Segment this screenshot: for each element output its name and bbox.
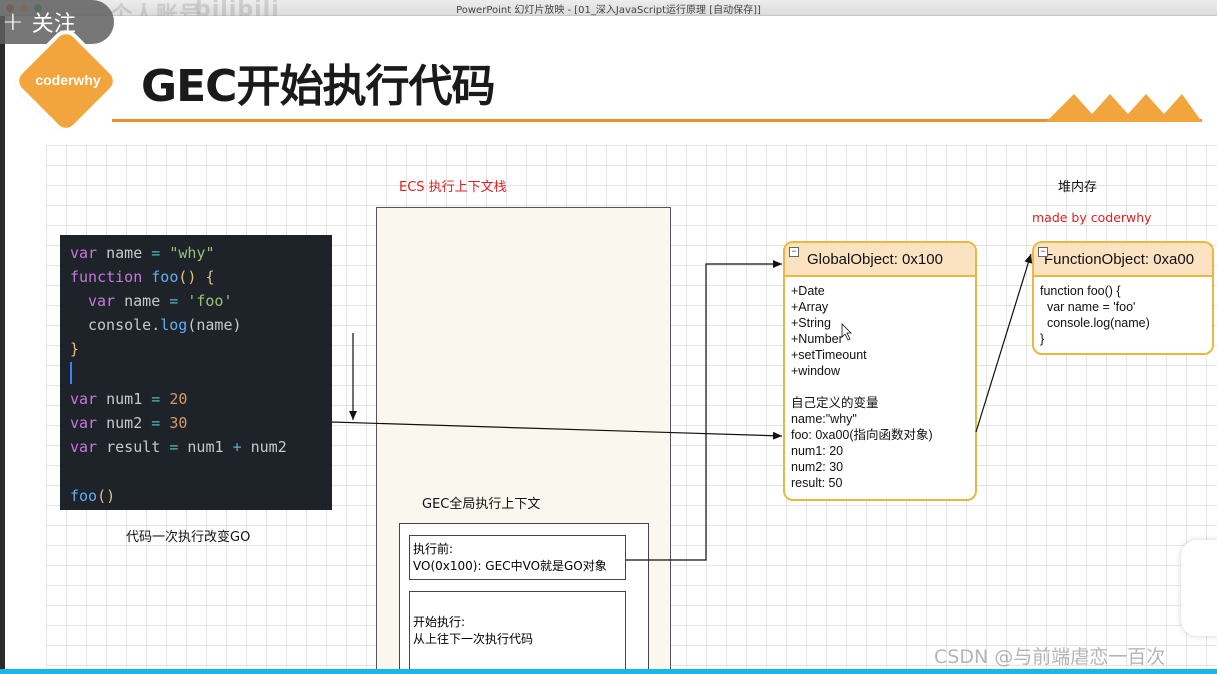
- connector-arrows: [331, 253, 1033, 561]
- side-floating-panel[interactable]: [1181, 540, 1217, 636]
- progress-bar: [0, 669, 1217, 674]
- csdn-watermark: CSDN @与前端虐恋一百次: [934, 646, 1166, 668]
- vo-to-go-arrow: [626, 260, 782, 561]
- foo-to-function-arrow: [975, 253, 1033, 433]
- code-to-go-arrow: [331, 421, 783, 440]
- mouse-pointer-icon: [841, 323, 852, 341]
